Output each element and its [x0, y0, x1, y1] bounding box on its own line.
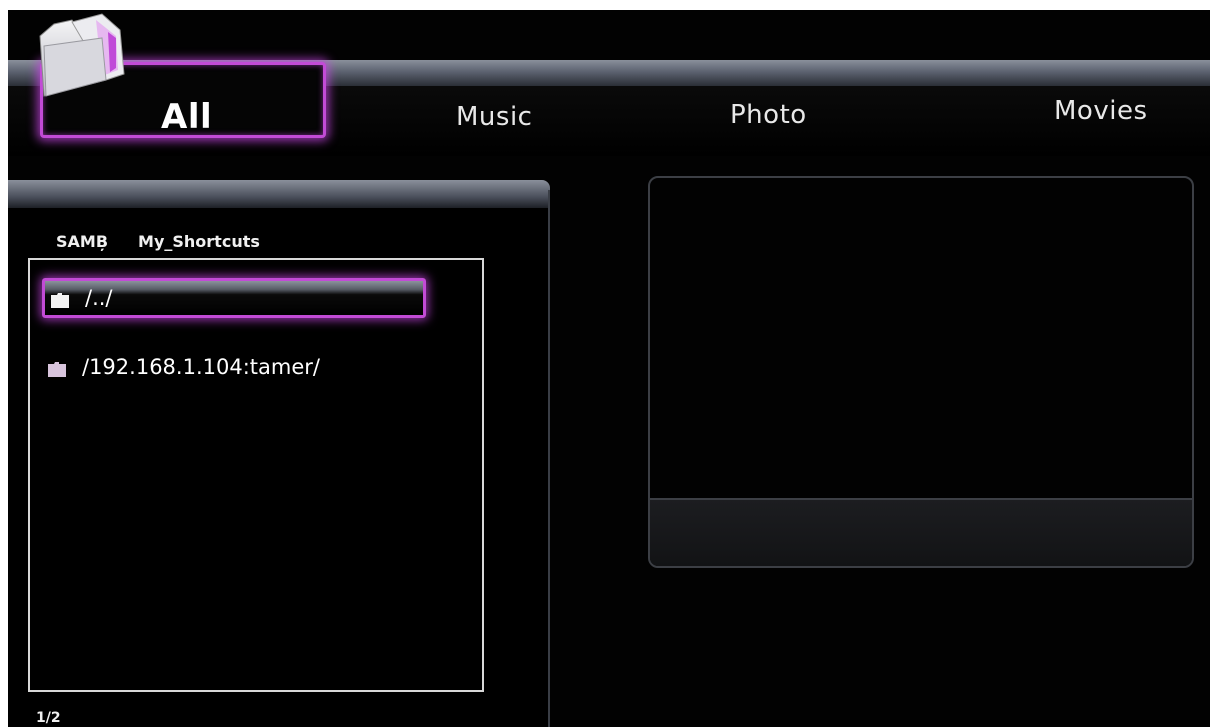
- page-indicator: 1/2: [36, 710, 61, 726]
- file-browser-panel-edge: [548, 190, 550, 727]
- breadcrumb: SAMB̦ My_Shortcuts: [56, 232, 290, 251]
- folder-icon: [48, 362, 66, 377]
- folder-icon: [39, 13, 125, 97]
- file-list: /../ /192.168.1.104:tamer/: [28, 258, 484, 692]
- media-browser-screen: All Music Photo Movies SAMB̦ My_Shortcuts…: [8, 10, 1210, 727]
- preview-panel: [648, 176, 1194, 568]
- list-item[interactable]: /192.168.1.104:tamer/: [42, 350, 426, 390]
- tab-movies[interactable]: Movies: [1054, 96, 1148, 126]
- folder-icon: [51, 293, 69, 308]
- list-item-label: /../: [85, 286, 113, 310]
- tab-music[interactable]: Music: [456, 102, 532, 132]
- file-browser-panel-bar: [8, 180, 550, 208]
- breadcrumb-root[interactable]: SAMB̦: [56, 232, 108, 251]
- breadcrumb-current: My_Shortcuts: [138, 232, 260, 251]
- tab-all-label: All: [161, 97, 213, 137]
- tab-photo[interactable]: Photo: [730, 100, 807, 130]
- preview-info-bar: [650, 498, 1192, 566]
- list-item[interactable]: /../: [42, 278, 426, 318]
- list-item-label: /192.168.1.104:tamer/: [82, 355, 320, 379]
